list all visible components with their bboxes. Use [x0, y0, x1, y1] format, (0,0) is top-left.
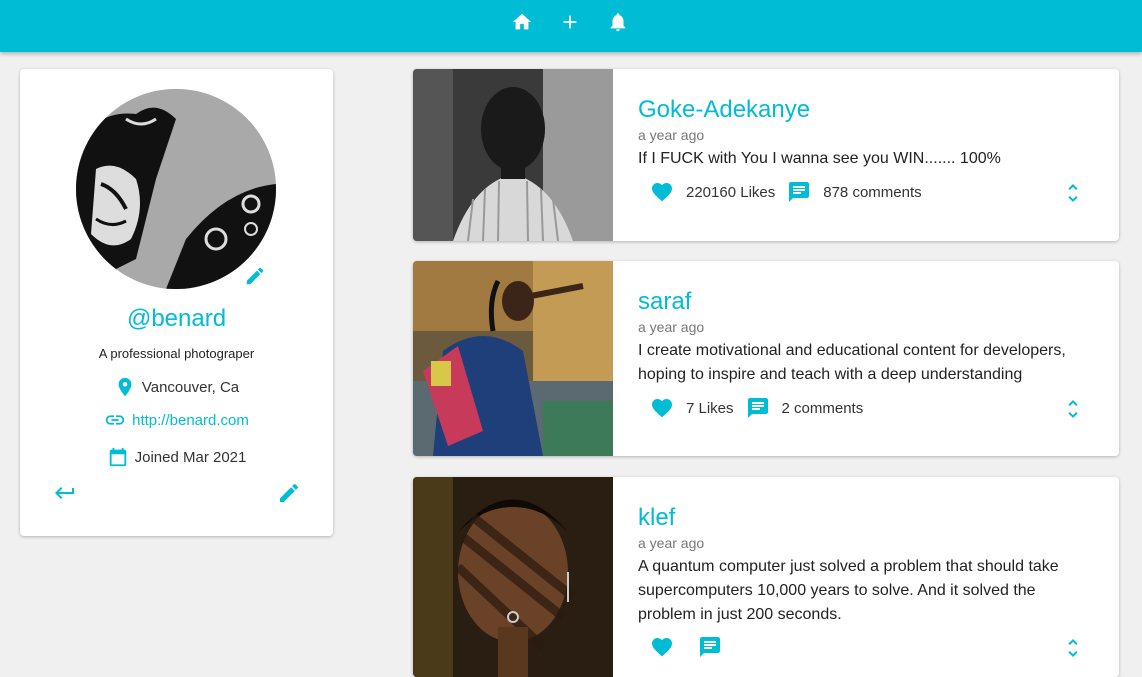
- comment-button[interactable]: [787, 180, 811, 204]
- post-actions: 220160 Likes 878 comments: [650, 180, 934, 204]
- post-card: Goke-Adekanye a year ago If I FUCK with …: [413, 69, 1119, 241]
- joined-text: Joined Mar 2021: [134, 448, 247, 466]
- pencil-icon: [246, 267, 264, 285]
- comment-icon: [700, 637, 720, 657]
- plus-icon: [563, 15, 577, 29]
- home-button[interactable]: [508, 8, 536, 36]
- like-button[interactable]: [650, 180, 674, 204]
- post-time: a year ago: [638, 127, 705, 143]
- post-image: [413, 477, 613, 677]
- edit-avatar-button[interactable]: [244, 265, 266, 287]
- expand-post-button[interactable]: [1061, 636, 1085, 660]
- avatar-image: [76, 89, 276, 289]
- heart-icon: [652, 638, 672, 657]
- heart-icon: [652, 399, 672, 418]
- profile-joined: Joined Mar 2021: [20, 446, 333, 468]
- website-link[interactable]: http://benard.com: [132, 412, 249, 429]
- like-button[interactable]: [650, 396, 674, 420]
- post-actions: [650, 635, 746, 659]
- post-image: [413, 69, 613, 241]
- edit-profile-button[interactable]: [277, 481, 301, 505]
- post-time: a year ago: [638, 319, 705, 335]
- expand-post-button[interactable]: [1061, 397, 1085, 421]
- post-card: klef a year ago A quantum computer just …: [413, 477, 1119, 677]
- profile-website: http://benard.com: [20, 409, 333, 431]
- location-pin-icon: [114, 376, 136, 398]
- pencil-icon: [280, 483, 299, 502]
- post-body: A quantum computer just solved a problem…: [638, 558, 1059, 623]
- avatar: [76, 89, 276, 289]
- calendar-icon: [107, 446, 129, 468]
- comment-count: 878 comments: [823, 183, 922, 201]
- expand-post-button[interactable]: [1061, 181, 1085, 205]
- logout-button[interactable]: [53, 481, 77, 505]
- post-author-link[interactable]: Goke-Adekanye: [638, 96, 810, 124]
- comment-count: 2 comments: [781, 399, 864, 417]
- post-author-link[interactable]: klef: [638, 504, 675, 532]
- post-image: [413, 261, 613, 456]
- comment-button[interactable]: [698, 635, 722, 659]
- like-count: 7 Likes: [686, 399, 734, 417]
- unfold-more-icon: [1068, 639, 1078, 657]
- keyboard-return-icon: [55, 487, 74, 499]
- location-text: Vancouver, Ca: [141, 378, 240, 396]
- profile-card: @benard A professional photograper Vanco…: [20, 69, 333, 536]
- comment-icon: [747, 398, 768, 418]
- comment-button[interactable]: [746, 396, 770, 420]
- post-body: I create motivational and educational co…: [638, 342, 1066, 383]
- post-body: If I FUCK with You I wanna see you WIN..…: [638, 150, 1001, 167]
- like-button[interactable]: [650, 635, 674, 659]
- unfold-more-icon: [1068, 400, 1078, 418]
- profile-handle-link[interactable]: @benard: [20, 305, 333, 333]
- bell-icon: [610, 13, 626, 32]
- profile-location: Vancouver, Ca: [20, 376, 333, 398]
- post-actions: 7 Likes 2 comments: [650, 396, 875, 420]
- home-icon: [512, 13, 532, 30]
- top-navbar: [0, 0, 1142, 52]
- post-author-link[interactable]: saraf: [638, 288, 691, 316]
- link-icon: [104, 409, 126, 431]
- like-count: 220160 Likes: [686, 183, 776, 201]
- comment-icon: [789, 182, 810, 202]
- heart-icon: [652, 183, 672, 202]
- add-post-button[interactable]: [556, 8, 584, 36]
- unfold-more-icon: [1068, 184, 1078, 202]
- profile-bio: A professional photograper: [98, 346, 255, 361]
- post-time: a year ago: [638, 535, 705, 551]
- post-card: saraf a year ago I create motivational a…: [413, 261, 1119, 456]
- notifications-button[interactable]: [604, 8, 632, 36]
